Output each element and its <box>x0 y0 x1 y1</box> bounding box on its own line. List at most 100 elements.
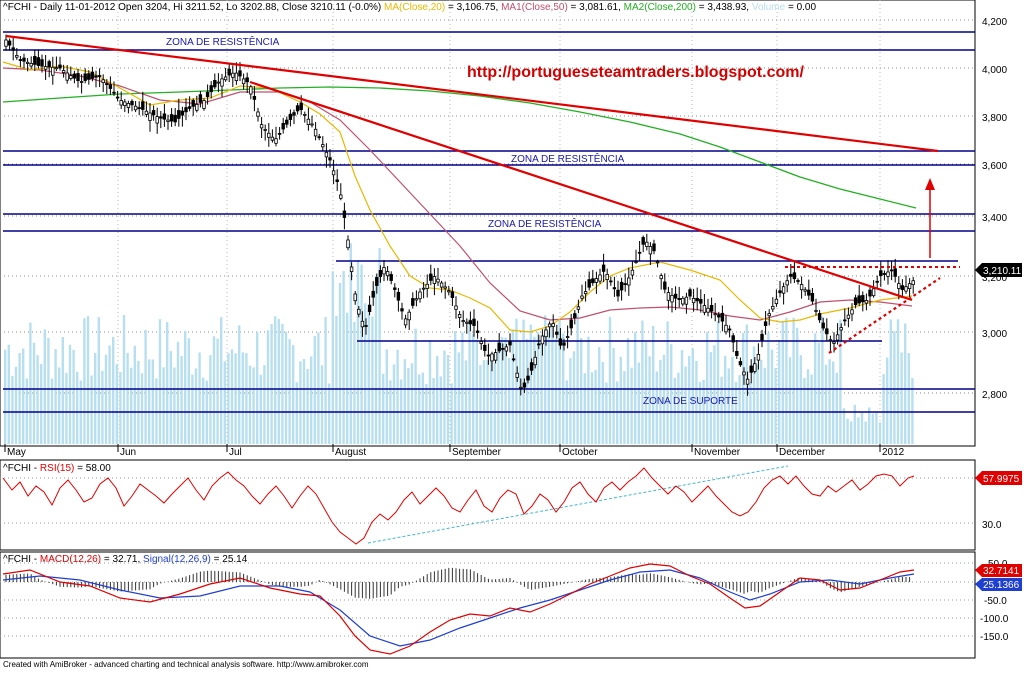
volume-bar <box>47 338 50 444</box>
candle-down <box>299 102 303 110</box>
month-label: May <box>7 447 26 458</box>
candle-down <box>695 297 699 302</box>
volume-bar <box>605 382 608 444</box>
volume-bar <box>673 378 676 444</box>
candle-down <box>501 347 505 350</box>
volume-bar <box>191 374 194 444</box>
candle-up <box>249 86 253 95</box>
candle-up <box>785 280 789 286</box>
candle-up <box>742 371 746 376</box>
candle-up <box>627 277 631 286</box>
volume-bar <box>374 275 378 444</box>
volume-bar <box>144 329 147 444</box>
candle-down <box>727 328 732 331</box>
candle-down <box>285 119 289 125</box>
candle-up <box>832 341 836 344</box>
macd-tick: -150.0 <box>980 632 1009 643</box>
volume-bar <box>342 271 345 444</box>
candle-up <box>864 300 869 304</box>
volume-bar <box>385 349 388 444</box>
candle-up <box>605 273 609 280</box>
volume-bar <box>889 319 892 444</box>
rsi-last-badge: 57.9975 <box>975 471 1022 485</box>
macd-pane <box>0 551 976 659</box>
candle-up <box>360 320 365 328</box>
candle-up <box>425 283 429 289</box>
volume-bar <box>760 359 763 444</box>
candle-down <box>281 123 285 130</box>
candle-up <box>540 335 545 345</box>
volume-bar <box>428 340 432 444</box>
candle-down <box>497 342 501 352</box>
volume-bar <box>202 377 205 444</box>
volume-bar <box>266 330 270 444</box>
blog-url-link[interactable]: http://portugueseteamtraders.blogspot.co… <box>467 64 804 81</box>
volume-bar <box>821 316 824 444</box>
candle-up <box>439 282 444 288</box>
candle-down <box>623 283 627 286</box>
candle-up <box>681 297 685 305</box>
candle-up <box>565 336 570 339</box>
candle-up <box>148 112 152 121</box>
volume-bar <box>72 349 75 444</box>
candle-up <box>101 79 105 84</box>
candle-down <box>537 343 541 346</box>
candle-down <box>763 321 768 326</box>
candle-up <box>421 287 426 290</box>
candle-up <box>576 306 581 310</box>
ma50-value: = 3,081.61, <box>568 2 624 13</box>
candle-down <box>130 100 134 106</box>
candle-down <box>817 313 822 321</box>
volume-bar <box>799 355 802 444</box>
volume-bar <box>904 323 907 444</box>
candle-up <box>313 128 318 137</box>
volume-bar <box>670 344 673 444</box>
volume-bar <box>410 363 414 444</box>
month-label: 2012 <box>882 447 905 458</box>
volume-bar <box>716 321 720 444</box>
candle-up <box>850 309 854 315</box>
candle-down <box>889 269 894 272</box>
month-label: October <box>562 447 598 458</box>
candle-down <box>778 290 782 294</box>
candle-down <box>612 287 617 290</box>
volume-bar <box>18 353 21 444</box>
volume-bar <box>356 260 360 444</box>
volume-bar <box>832 361 835 444</box>
candle-up <box>594 278 599 283</box>
candle-down <box>22 57 26 62</box>
candle-down <box>641 237 645 245</box>
candle-up <box>457 313 462 318</box>
volume-bar <box>94 352 97 444</box>
candle-down <box>562 342 566 346</box>
volume-bar <box>277 319 280 444</box>
volume-bar <box>580 337 583 444</box>
volume-bar <box>835 372 838 444</box>
volume-bar <box>468 318 471 444</box>
volume-bar <box>90 375 93 444</box>
volume-bar <box>407 367 410 444</box>
volume-bar <box>443 350 446 444</box>
candle-up <box>781 286 786 294</box>
volume-bar <box>238 325 241 444</box>
volume-bar <box>572 351 576 444</box>
price-tick: 3,800 <box>982 113 1007 124</box>
candle-down <box>429 273 433 281</box>
candle-up <box>231 72 235 78</box>
volume-bar <box>846 418 849 444</box>
volume-bar <box>371 316 374 444</box>
volume-bar <box>331 271 334 444</box>
last-price-badge: 3,210.11 <box>975 263 1022 277</box>
candle-up <box>839 327 843 331</box>
volume-bar <box>450 383 453 444</box>
price-tick: 4,000 <box>982 65 1007 76</box>
candle-down <box>720 312 725 322</box>
candle-down <box>522 382 527 388</box>
volume-bar <box>302 359 306 444</box>
volume-bar <box>756 364 759 444</box>
volume-bar <box>871 413 874 444</box>
candle-up <box>828 339 833 342</box>
volume-bar <box>83 318 86 444</box>
volume-bar <box>180 355 183 444</box>
candle-up <box>702 305 707 313</box>
